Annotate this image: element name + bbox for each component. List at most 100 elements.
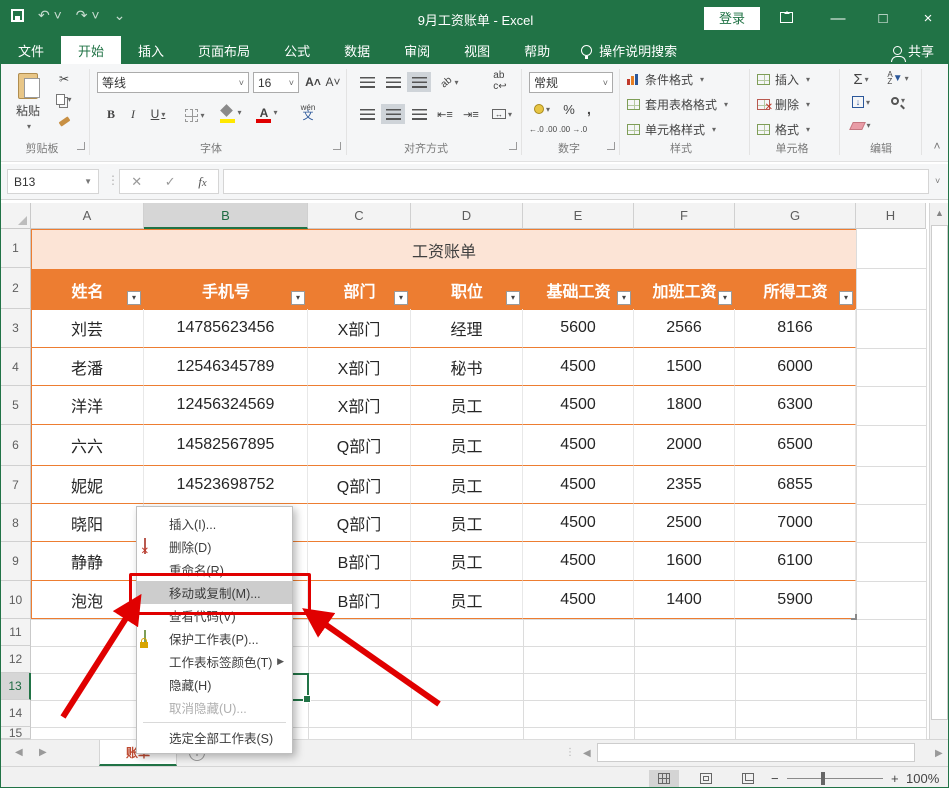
menu-item-插入(I)...[interactable]: 插入(I)... xyxy=(137,512,292,535)
enter-icon[interactable]: ✓ xyxy=(165,174,176,190)
page-break-view-button[interactable] xyxy=(733,770,763,787)
row-header-7[interactable]: 7 xyxy=(1,466,31,504)
table-cell[interactable]: 静静 xyxy=(31,542,144,581)
row-header-15[interactable]: 15 xyxy=(1,727,31,739)
cut-button[interactable]: ✂ xyxy=(53,70,75,88)
table-cell[interactable]: 6100 xyxy=(735,542,856,581)
phonetic-guide-button[interactable]: wén文 xyxy=(291,100,325,124)
table-cell[interactable]: 1800 xyxy=(634,386,735,425)
table-cell[interactable]: 员工 xyxy=(411,386,523,425)
find-select-button[interactable]: ▾ xyxy=(881,96,915,105)
scroll-up-icon[interactable]: ▲ xyxy=(931,205,948,222)
number-dialog-launcher-icon[interactable] xyxy=(607,142,615,150)
table-cell[interactable]: 晓阳 xyxy=(31,504,144,542)
table-cell[interactable]: 8166 xyxy=(735,309,856,348)
italic-button[interactable]: I xyxy=(123,104,143,124)
alignment-dialog-launcher-icon[interactable] xyxy=(509,142,517,150)
table-cell[interactable]: 14523698752 xyxy=(144,466,308,504)
table-cell[interactable]: 2566 xyxy=(634,309,735,348)
column-header-A[interactable]: A xyxy=(31,203,144,229)
decrease-font-button[interactable]: A˅ xyxy=(323,72,343,92)
wrap-text-button[interactable]: abc↩ xyxy=(487,70,513,92)
font-dialog-launcher-icon[interactable] xyxy=(333,142,341,150)
collapse-ribbon-button[interactable]: ˄ xyxy=(929,138,945,154)
menu-item-工作表标签颜色(T)[interactable]: 工作表标签颜色(T)▶ xyxy=(137,650,292,673)
table-cell[interactable]: 4500 xyxy=(523,425,634,466)
table-resize-handle[interactable] xyxy=(851,614,857,620)
filter-dropdown-icon[interactable]: ▾ xyxy=(839,291,853,305)
bold-button[interactable]: B xyxy=(101,104,121,124)
table-cell[interactable]: 4500 xyxy=(523,348,634,386)
table-cell[interactable]: X部门 xyxy=(308,309,411,348)
filter-dropdown-icon[interactable]: ▾ xyxy=(394,291,408,305)
table-cell[interactable]: 六六 xyxy=(31,425,144,466)
filter-dropdown-icon[interactable]: ▾ xyxy=(617,291,631,305)
maximize-button[interactable]: □ xyxy=(861,1,905,36)
table-cell[interactable]: 5600 xyxy=(523,309,634,348)
cancel-icon[interactable]: ✕ xyxy=(131,174,142,190)
row-header-12[interactable]: 12 xyxy=(1,646,31,673)
row-header-14[interactable]: 14 xyxy=(1,700,31,727)
page-layout-view-button[interactable] xyxy=(691,770,721,787)
table-cell[interactable]: 12546345789 xyxy=(144,348,308,386)
delete-cells-button[interactable]: ✕ 删除▾ xyxy=(757,96,831,113)
ribbon-display-options-button[interactable] xyxy=(764,1,808,36)
row-header-6[interactable]: 6 xyxy=(1,425,31,466)
table-cell[interactable]: 4500 xyxy=(523,466,634,504)
align-right-button[interactable] xyxy=(407,104,431,124)
zoom-out-icon[interactable]: − xyxy=(771,771,779,786)
zoom-slider[interactable] xyxy=(787,778,883,779)
name-box[interactable]: B13 ▼ xyxy=(7,169,99,194)
table-cell[interactable]: 经理 xyxy=(411,309,523,348)
table-cell[interactable]: 2000 xyxy=(634,425,735,466)
expand-formula-bar-icon[interactable]: ˅ xyxy=(935,176,940,186)
table-cell[interactable]: 秘书 xyxy=(411,348,523,386)
row-header-5[interactable]: 5 xyxy=(1,386,31,425)
column-header-G[interactable]: G xyxy=(735,203,856,229)
formula-input[interactable] xyxy=(223,169,929,194)
decrease-indent-button[interactable]: ⇤≡ xyxy=(433,104,457,124)
column-header-F[interactable]: F xyxy=(634,203,735,229)
ribbon-tab-开始[interactable]: 开始 xyxy=(61,36,121,64)
table-cell[interactable]: X部门 xyxy=(308,348,411,386)
format-as-table-button[interactable]: 套用表格格式▾ xyxy=(627,96,759,113)
underline-button[interactable]: U▾ xyxy=(145,104,171,124)
paste-button[interactable]: 粘贴 ▾ xyxy=(9,72,47,132)
table-cell[interactable]: 6855 xyxy=(735,466,856,504)
table-cell[interactable]: 员工 xyxy=(411,504,523,542)
filter-dropdown-icon[interactable]: ▾ xyxy=(506,291,520,305)
align-center-button[interactable] xyxy=(381,104,405,124)
row-header-10[interactable]: 10 xyxy=(1,581,31,619)
scroll-right-icon[interactable]: ▶ xyxy=(935,748,943,759)
clear-button[interactable]: ▾ xyxy=(846,121,876,130)
copy-button[interactable]: ▾ xyxy=(53,90,75,108)
comma-style-button[interactable]: , xyxy=(581,100,597,118)
row-header-13[interactable]: 13 xyxy=(1,673,31,700)
number-format-combo[interactable]: 常规˅ xyxy=(529,72,613,93)
column-header-E[interactable]: E xyxy=(523,203,634,229)
select-all-corner[interactable] xyxy=(1,203,31,229)
ribbon-tab-审阅[interactable]: 审阅 xyxy=(387,36,447,64)
table-cell[interactable]: 妮妮 xyxy=(31,466,144,504)
menu-item-protect-sheet-icon[interactable]: 保护工作表(P)... xyxy=(137,627,292,650)
insert-function-icon[interactable]: fx xyxy=(198,174,206,190)
menu-item-隐藏(H)[interactable]: 隐藏(H) xyxy=(137,673,292,696)
name-box-dropdown-icon[interactable]: ▼ xyxy=(84,177,92,186)
orientation-button[interactable]: ab▾ xyxy=(435,72,465,92)
table-cell[interactable]: 14582567895 xyxy=(144,425,308,466)
prev-sheet-icon[interactable]: ◀ xyxy=(15,747,23,758)
table-cell[interactable]: 员工 xyxy=(411,425,523,466)
autosum-button[interactable]: Σ▾ xyxy=(846,71,876,88)
tab-splitter-icon[interactable]: ⋮ xyxy=(565,747,575,758)
column-header-B[interactable]: B xyxy=(144,203,308,229)
merge-center-button[interactable]: ↔▾ xyxy=(487,104,517,124)
table-cell[interactable]: 2355 xyxy=(634,466,735,504)
table-cell[interactable]: 员工 xyxy=(411,542,523,581)
ribbon-tab-帮助[interactable]: 帮助 xyxy=(507,36,567,64)
close-button[interactable]: × xyxy=(906,1,949,36)
increase-indent-button[interactable]: ⇥≡ xyxy=(459,104,483,124)
table-cell[interactable]: 4500 xyxy=(523,386,634,425)
table-cell[interactable]: 5900 xyxy=(735,581,856,619)
table-cell[interactable]: 4500 xyxy=(523,542,634,581)
table-cell[interactable]: 6000 xyxy=(735,348,856,386)
